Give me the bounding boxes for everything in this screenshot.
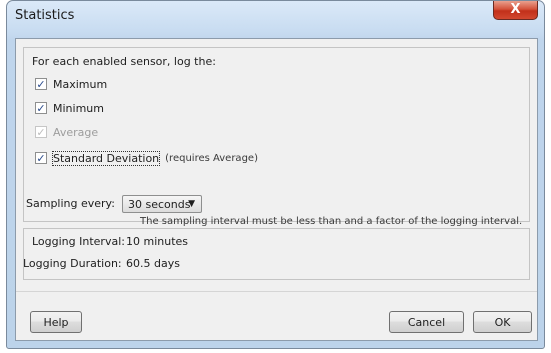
close-button[interactable]: X — [493, 1, 538, 20]
minimum-checkbox-row[interactable]: ✓ Minimum — [35, 100, 104, 116]
minimum-checkbox[interactable]: ✓ — [35, 102, 47, 114]
check-icon: ✓ — [36, 151, 46, 165]
logging-duration-label: Logging Duration: — [23, 257, 122, 270]
std-deviation-checkbox[interactable]: ✓ — [35, 152, 47, 164]
chevron-down-icon: ▼ — [188, 199, 195, 209]
check-icon: ✓ — [36, 101, 46, 115]
close-icon: X — [510, 2, 521, 17]
logging-duration-value: 60.5 days — [126, 257, 180, 270]
sampling-interval-value: 30 seconds — [128, 197, 191, 211]
window-title: Statistics — [15, 8, 75, 23]
sampling-label: Sampling every: — [26, 197, 115, 210]
cancel-button[interactable]: Cancel — [389, 311, 464, 333]
sampling-hint: The sampling interval must be less than … — [140, 216, 523, 227]
logging-interval-label: Logging Interval: — [32, 235, 125, 248]
options-heading: For each enabled sensor, log the: — [32, 55, 216, 68]
dialog-client-area: For each enabled sensor, log the: ✓ Maxi… — [15, 38, 538, 341]
average-checkbox-row: ✓ Average — [35, 124, 98, 140]
logging-interval-value: 10 minutes — [126, 235, 189, 248]
std-deviation-label: Standard Deviation — [51, 150, 161, 166]
maximum-checkbox-row[interactable]: ✓ Maximum — [35, 76, 107, 92]
logging-info-group: Logging Interval: 10 minutes Logging Dur… — [23, 228, 530, 280]
maximum-label: Maximum — [53, 77, 108, 91]
average-label: Average — [53, 125, 99, 139]
sampling-interval-select[interactable]: 30 seconds ▼ — [122, 195, 202, 213]
std-deviation-note: (requires Average) — [165, 152, 258, 164]
std-deviation-checkbox-row[interactable]: ✓ Standard Deviation (requires Average) — [35, 150, 258, 166]
button-separator — [16, 291, 537, 292]
ok-button[interactable]: OK — [473, 311, 532, 333]
statistics-dialog: Statistics X For each enabled sensor, lo… — [6, 0, 545, 349]
minimum-label: Minimum — [53, 101, 104, 115]
check-icon: ✓ — [36, 77, 46, 91]
statistics-options-group: For each enabled sensor, log the: ✓ Maxi… — [23, 47, 530, 222]
help-button[interactable]: Help — [30, 311, 82, 333]
maximum-checkbox[interactable]: ✓ — [35, 78, 47, 90]
check-icon: ✓ — [36, 125, 46, 139]
average-checkbox: ✓ — [35, 126, 47, 138]
